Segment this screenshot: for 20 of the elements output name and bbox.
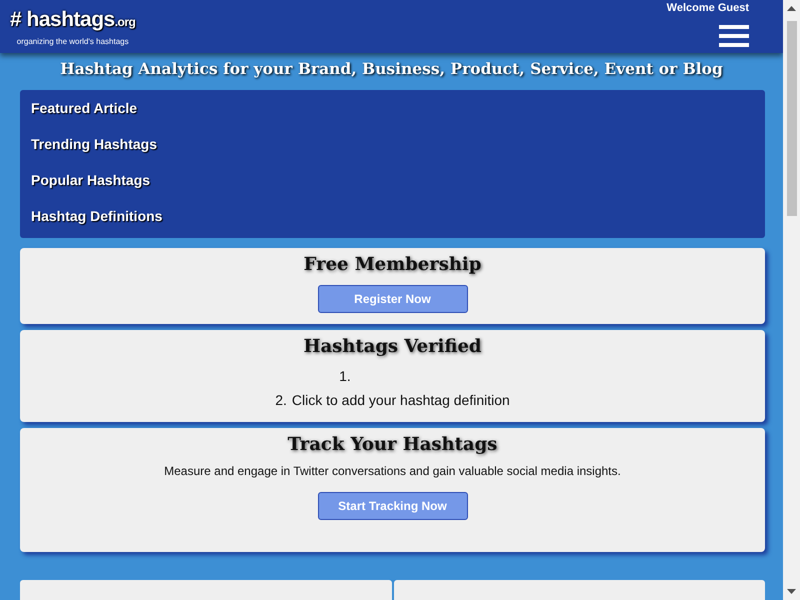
scrollbar[interactable] (783, 0, 800, 600)
card-title: Hashtags Verified (303, 336, 482, 358)
definition-link[interactable]: Click to add your hashtag definition (292, 388, 510, 412)
scroll-down-icon[interactable] (787, 589, 796, 594)
list-number: 1. (339, 367, 351, 386)
scroll-thumb[interactable] (786, 21, 796, 216)
logo[interactable]: # hashtags.org (10, 9, 136, 33)
nav-link[interactable]: Featured Article (31, 92, 754, 128)
card-title: Track Your Hashtags (288, 434, 498, 456)
card-description: Measure and engage in Twitter conversations and gain valuable social media insights. (164, 464, 621, 478)
list-number: 2. (275, 391, 287, 410)
nav-link[interactable]: Trending Hashtags (31, 128, 754, 164)
nav-link[interactable]: Popular Hashtags (31, 164, 754, 200)
page-headline: Hashtag Analytics for your Brand, Business, Product, Service, Event or Blog (59, 58, 724, 80)
welcome-text: Welcome Guest (666, 2, 749, 14)
card-title: Free Membership (304, 254, 482, 276)
scroll-up-icon[interactable] (787, 6, 796, 11)
menu-icon[interactable] (719, 25, 749, 47)
logo-tagline: organizing the world's hashtags (16, 37, 129, 46)
nav-link[interactable]: Hashtag Definitions (31, 200, 754, 236)
